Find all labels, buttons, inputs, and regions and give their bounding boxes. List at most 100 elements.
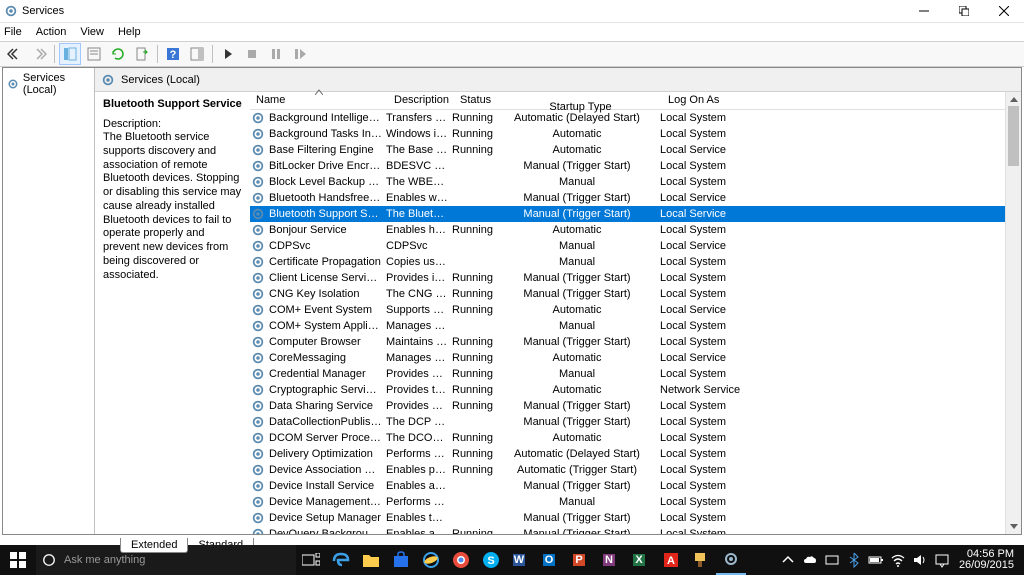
tab-extended[interactable]: Extended (120, 538, 188, 553)
taskbar-app-ie[interactable] (416, 545, 446, 575)
console-tree[interactable]: Services (Local) (3, 68, 95, 534)
cell-description: The CNG ke... (386, 288, 452, 300)
menu-bar: File Action View Help (0, 23, 1024, 41)
back-button[interactable] (4, 43, 26, 65)
cell-logon-as: Local System (660, 496, 1021, 508)
search-placeholder: Ask me anything (64, 554, 145, 566)
start-button[interactable] (0, 545, 36, 575)
taskbar-app-onenote[interactable]: N (596, 545, 626, 575)
stop-service-button[interactable] (241, 43, 263, 65)
close-button[interactable] (984, 0, 1024, 23)
tray-onedrive-icon[interactable] (802, 552, 818, 568)
gear-icon (251, 207, 265, 221)
cell-name: Background Intelligent Tran... (269, 112, 386, 124)
svg-text:?: ? (170, 49, 177, 61)
taskbar-clock[interactable]: 04:56 PM 26/09/2015 (953, 549, 1020, 571)
taskbar-app-excel[interactable]: X (626, 545, 656, 575)
tray-chevron-up-icon[interactable] (780, 552, 796, 568)
cell-logon-as: Local System (660, 432, 1021, 444)
table-row[interactable]: DevQuery Background Disc...Enables app..… (250, 526, 1021, 534)
gear-icon (251, 447, 265, 461)
menu-file[interactable]: File (4, 26, 22, 38)
toolbar: ? (0, 41, 1024, 67)
menu-help[interactable]: Help (118, 26, 141, 38)
cell-name: CDPSvc (269, 240, 386, 252)
taskbar-app-paint[interactable] (686, 545, 716, 575)
gear-icon (251, 335, 265, 349)
gear-icon (251, 383, 265, 397)
show-hide-action-pane-button[interactable] (186, 43, 208, 65)
scrollbar-thumb[interactable] (1008, 106, 1019, 166)
gear-icon (251, 431, 265, 445)
taskbar-app-powerpoint[interactable]: P (566, 545, 596, 575)
refresh-button[interactable] (107, 43, 129, 65)
vertical-scrollbar[interactable] (1005, 92, 1021, 534)
cell-description: BDESVC hos... (386, 160, 452, 172)
maximize-button[interactable] (944, 0, 984, 23)
tray-volume-icon[interactable] (912, 552, 928, 568)
tray-bluetooth-icon[interactable] (846, 552, 862, 568)
gear-icon (251, 303, 265, 317)
column-description[interactable]: Description (388, 92, 454, 109)
show-hide-tree-button[interactable] (59, 43, 81, 65)
export-button[interactable] (131, 43, 153, 65)
tree-item-services-local[interactable]: Services (Local) (3, 70, 94, 98)
cell-logon-as: Network Service (660, 384, 1021, 396)
menu-action[interactable]: Action (36, 26, 67, 38)
task-view-button[interactable] (296, 545, 326, 575)
forward-button[interactable] (28, 43, 50, 65)
cell-startup-type: Manual (Trigger Start) (498, 519, 660, 534)
tray-input-icon[interactable] (824, 552, 840, 568)
menu-view[interactable]: View (80, 26, 104, 38)
tray-battery-icon[interactable] (868, 552, 884, 568)
cell-name: CNG Key Isolation (269, 288, 386, 300)
cell-logon-as: Local System (660, 112, 1021, 124)
cell-name: COM+ System Application (269, 320, 386, 332)
cell-logon-as: Local System (660, 464, 1021, 476)
scroll-up-button[interactable] (1006, 92, 1021, 106)
taskbar-app-word[interactable]: W (506, 545, 536, 575)
restart-service-button[interactable] (289, 43, 311, 65)
cell-description: The Base Fil... (386, 144, 452, 156)
scroll-down-button[interactable] (1006, 520, 1021, 534)
cell-name: Base Filtering Engine (269, 144, 386, 156)
cell-logon-as: Local System (660, 256, 1021, 268)
cell-status: Running (452, 336, 498, 348)
taskbar-app-acrobat[interactable]: A (656, 545, 686, 575)
column-name[interactable]: Name (250, 92, 388, 109)
cell-description: Enables pair... (386, 464, 452, 476)
taskbar-app-outlook[interactable]: O (536, 545, 566, 575)
cell-logon-as: Local System (660, 512, 1021, 524)
minimize-button[interactable] (904, 0, 944, 23)
taskbar-app-store[interactable] (386, 545, 416, 575)
cell-status: Running (452, 272, 498, 284)
cell-description: Provides inf... (386, 272, 452, 284)
column-logon-as[interactable]: Log On As (662, 92, 1021, 109)
cell-description: Performs D... (386, 496, 452, 508)
gear-icon (251, 463, 265, 477)
gear-icon (251, 367, 265, 381)
start-service-button[interactable] (217, 43, 239, 65)
help-button[interactable]: ? (162, 43, 184, 65)
gear-icon (251, 319, 265, 333)
cell-description: Transfers fil... (386, 112, 452, 124)
taskbar-app-services[interactable] (716, 545, 746, 575)
description-label: Description: (103, 118, 242, 130)
pause-service-button[interactable] (265, 43, 287, 65)
tray-wifi-icon[interactable] (890, 552, 906, 568)
taskbar-app-skype[interactable]: S (476, 545, 506, 575)
properties-button[interactable] (83, 43, 105, 65)
clock-date: 26/09/2015 (959, 560, 1014, 571)
cell-status: Running (452, 224, 498, 236)
cell-name: Block Level Backup Engine ... (269, 176, 386, 188)
taskbar-app-explorer[interactable] (356, 545, 386, 575)
tray-notifications-icon[interactable] (934, 552, 950, 568)
taskbar-app-chrome[interactable] (446, 545, 476, 575)
gear-icon (251, 495, 265, 509)
column-status[interactable]: Status (454, 92, 500, 109)
svg-text:A: A (667, 555, 675, 567)
cell-description: Copies user ... (386, 256, 452, 268)
cell-name: COM+ Event System (269, 304, 386, 316)
cell-description: The DCOM... (386, 432, 452, 444)
taskbar-app-edge[interactable] (326, 545, 356, 575)
